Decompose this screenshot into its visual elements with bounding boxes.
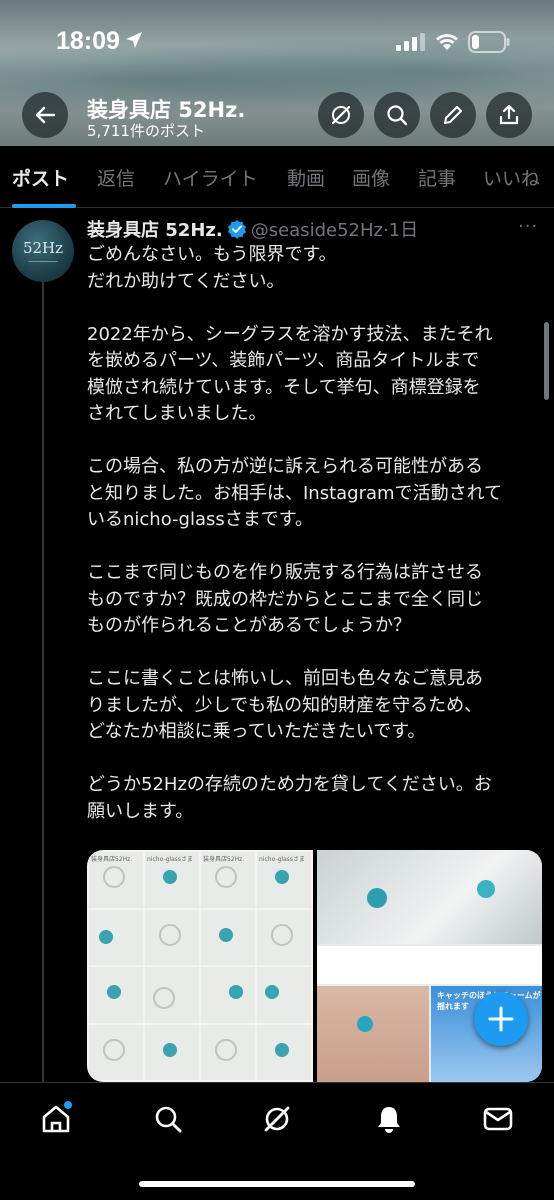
nav-grok[interactable] [259,1101,295,1137]
post-body: ごめんなさい。もう限界です。 だれか助けてください。 2022年から、シーグラス… [87,242,542,825]
grid-label: 装身具店52Hz. [203,856,245,863]
grok-icon [264,1106,290,1132]
post-line: されてしまいました。 [87,403,267,424]
scrollbar[interactable] [544,322,549,400]
post-line: 模倣され続けています。そして挙句、商標登録を [87,376,481,398]
search-icon [155,1106,182,1133]
post-line: どうか52Hzの存続のため力を貸してください。お [87,774,492,795]
profile-tabs: ポスト 返信 ハイライト 動画 画像 記事 いいね [0,146,554,208]
post-line: と知りました。お相手は、Instagramで活動されて [87,482,503,504]
tab-articles[interactable]: 記事 [418,164,456,191]
grid-label: nicho-glassさま [259,856,305,863]
comparison-image[interactable]: 装身具店52Hz. nicho-glassさま 装身具店52Hz. nicho-… [87,850,313,1082]
post[interactable]: 52Hz ━━━━━━━━━━━━ 装身具店 52Hz. @seaside52Hz… [0,208,554,1082]
battery-icon [468,31,510,53]
grok-button[interactable] [318,92,364,138]
tab-replies[interactable]: 返信 [97,164,135,191]
tab-videos[interactable]: 動画 [287,164,325,191]
post-line: 願いします。 [87,800,194,822]
avatar-subline: ━━━━━━━━━━━━ [28,258,58,264]
tab-photos[interactable]: 画像 [352,164,390,191]
tab-highlights[interactable]: ハイライト [163,164,258,191]
status-bar: 18:09 [0,0,554,86]
grid-label: nicho-glassさま [147,856,193,863]
post-line: ごめんなさい。もう限界です。 [87,244,337,265]
post-line: 2022年から、シーグラスを溶かす技法、またそれ [87,323,493,345]
profile-header: 装身具店 52Hz. 5,711件のポスト [0,86,554,146]
post-header: 装身具店 52Hz. @seaside52Hz·1日 [87,216,418,242]
more-options-button[interactable]: ··· [518,216,538,237]
post-count: 5,711件のポスト [87,122,205,140]
post-media[interactable]: 装身具店52Hz. nicho-glassさま 装身具店52Hz. nicho-… [87,850,542,1082]
tab-likes[interactable]: いいね [483,164,540,191]
comparison-grid: 装身具店52Hz. nicho-glassさま 装身具店52Hz. nicho-… [87,850,313,1082]
post-line: ここまで同じものを作り販売する行為は許させる [87,562,483,583]
mail-icon [483,1107,513,1131]
post-line: この場合、私の方が逆に訴えられる可能性がある [87,456,483,477]
avatar[interactable]: 52Hz ━━━━━━━━━━━━ [12,220,74,282]
avatar-logo-text: 52Hz [22,238,64,257]
post-line: いるnicho-glassさまです。 [87,509,313,530]
product-image[interactable]: キャッチのほうにチャームが揺れます [317,850,542,1082]
edit-button[interactable] [430,92,476,138]
share-icon [499,104,519,125]
nav-home[interactable] [38,1101,74,1137]
grid-label: 装身具店52Hz. [91,856,133,863]
post-author[interactable]: 装身具店 52Hz. [87,220,223,241]
notification-dot [64,1101,72,1109]
status-time: 18:09 [56,27,120,55]
compose-button[interactable] [474,992,528,1046]
tab-posts[interactable]: ポスト [12,164,69,191]
pencil-icon [444,106,462,124]
post-line: りましたが、少しでも私の知的財産を守るため、 [87,694,483,716]
thread-line [42,278,44,1082]
grok-icon [331,105,351,125]
nav-search[interactable] [150,1101,186,1137]
post-line: だれか助けてください。 [87,270,285,292]
home-indicator [139,1181,415,1187]
wifi-icon [436,34,458,50]
cellular-signal-icon [396,33,425,51]
post-line: ものですか？既成の枠だからとここまで全く同じ [87,588,483,610]
post-line: ここに書くことは怖いし、前回も色々なご意見あ [87,668,483,689]
search-button[interactable] [374,92,420,138]
verified-badge-icon [227,220,246,239]
post-time[interactable]: 1日 [389,220,418,241]
location-arrow-icon [126,32,142,48]
nav-messages[interactable] [480,1101,516,1137]
back-button[interactable] [22,92,68,138]
share-button[interactable] [486,92,532,138]
post-line: どなたか相談に乗っていただきたいです。 [87,721,426,742]
search-icon [387,105,408,126]
post-handle[interactable]: @seaside52Hz [251,220,383,241]
post-line: を嵌めるパーツ、装飾パーツ、商品タイトルまで [87,350,480,371]
nav-notifications[interactable] [371,1101,407,1137]
bell-icon [378,1107,400,1133]
plus-icon [488,1006,514,1032]
post-line: ものが作られることがあるでしょうか？ [87,615,411,636]
arrow-left-icon [35,106,56,124]
